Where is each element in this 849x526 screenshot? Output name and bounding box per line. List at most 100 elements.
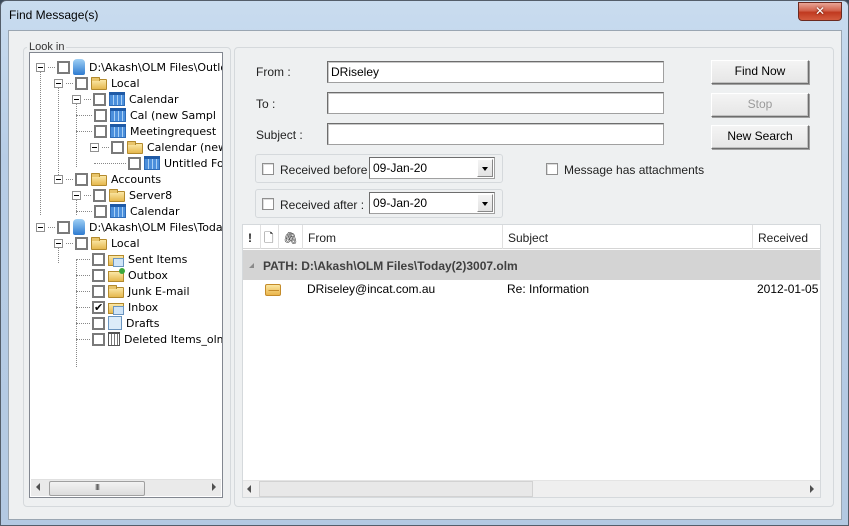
tree-checkbox[interactable]	[128, 156, 141, 170]
tree-checkbox[interactable]	[92, 332, 105, 346]
tree-checkbox[interactable]	[93, 188, 106, 202]
received-after-checkbox[interactable]	[262, 198, 274, 210]
scroll-right-arrow-icon[interactable]	[810, 485, 814, 493]
column-from[interactable]: From	[303, 225, 503, 249]
stop-button[interactable]: Stop	[711, 93, 809, 117]
collapse-icon[interactable]	[54, 238, 63, 248]
tree-item-local[interactable]: Local	[54, 75, 140, 91]
column-attachment[interactable]: 🖇	[279, 225, 303, 249]
scroll-left-arrow-icon[interactable]	[36, 483, 40, 491]
tree-item-local-2[interactable]: Local	[54, 235, 140, 251]
column-type[interactable]: 🗋	[261, 225, 279, 249]
column-received[interactable]: Received	[753, 225, 820, 249]
tree-checkbox[interactable]	[57, 220, 70, 234]
paperclip-icon: 🖇	[283, 231, 299, 245]
received-before-checkbox[interactable]	[262, 163, 274, 175]
received-before-label: Received before :	[280, 163, 375, 177]
tree-item-calendar[interactable]: Calendar	[72, 91, 178, 107]
tree-connector	[76, 290, 90, 292]
received-before-date-picker[interactable]: 09-Jan-20	[369, 157, 495, 179]
path-group-label: PATH: D:\Akash\OLM Files\Today(2)3007.ol…	[263, 259, 518, 273]
tree-item-cal-new-sample[interactable]: Cal (new Sampl	[76, 107, 216, 123]
tree-item-calendar-new[interactable]: Calendar (new S	[90, 139, 222, 155]
tree-checkbox[interactable]	[94, 204, 107, 218]
tree-connector	[76, 274, 90, 276]
subject-input[interactable]	[327, 123, 664, 145]
dropdown-arrow-icon[interactable]	[477, 159, 493, 177]
title-bar[interactable]: Find Message(s) ✕	[1, 1, 848, 29]
tree-item-inbox[interactable]: ✔ Inbox	[76, 299, 158, 315]
tree-checkbox[interactable]	[92, 268, 105, 282]
tree-item-label: Calendar (new S	[147, 140, 222, 154]
tree-item-server8-calendar[interactable]: Calendar	[76, 203, 179, 219]
tree-checkbox[interactable]	[94, 108, 107, 122]
column-importance[interactable]: !	[243, 225, 261, 249]
attachments-checkbox[interactable]	[546, 163, 558, 175]
results-horizontal-scrollbar[interactable]	[243, 480, 820, 497]
tree-item-meetingrequest[interactable]: Meetingrequest	[76, 123, 216, 139]
tree-connector	[76, 322, 90, 324]
folder-tree[interactable]: D:\Akash\OLM Files\Outloo Local Calendar…	[29, 52, 223, 498]
find-messages-window: Find Message(s) ✕ Look in D:\Akash\OLM F…	[0, 0, 849, 526]
find-now-button[interactable]: Find Now	[711, 60, 809, 84]
to-label: To :	[256, 97, 276, 111]
tree-item-sent-items[interactable]: Sent Items	[76, 251, 187, 267]
path-group-row[interactable]: PATH: D:\Akash\OLM Files\Today(2)3007.ol…	[243, 250, 820, 280]
column-subject[interactable]: Subject	[503, 225, 753, 249]
collapse-icon[interactable]	[54, 174, 63, 184]
tree-checkbox[interactable]	[75, 76, 88, 90]
trash-icon	[108, 332, 120, 346]
tree-item-deleted-items[interactable]: Deleted Items_olm	[76, 331, 222, 347]
tree-item-junk-email[interactable]: Junk E-mail	[76, 283, 190, 299]
collapse-icon[interactable]	[54, 78, 63, 88]
folder-icon	[109, 188, 125, 202]
tree-item-accounts[interactable]: Accounts	[54, 171, 161, 187]
tree-checkbox[interactable]	[57, 60, 70, 74]
tree-item-label: Sent Items	[128, 252, 188, 266]
tree-checkbox[interactable]	[94, 124, 107, 138]
tree-connector	[76, 210, 92, 212]
message-row[interactable]: DRiseley@incat.com.au Re: Information 20…	[243, 281, 820, 298]
tree-item-label: D:\Akash\OLM Files\Outloo	[89, 60, 223, 74]
tree-item-untitled-folder[interactable]: Untitled Fol	[94, 155, 222, 171]
scroll-right-arrow-icon[interactable]	[212, 483, 216, 491]
message-received: 2012-01-05 1	[757, 282, 820, 296]
tree-horizontal-scrollbar[interactable]: III	[31, 479, 221, 496]
received-before-value: 09-Jan-20	[373, 161, 428, 175]
collapse-icon[interactable]	[90, 142, 99, 152]
tree-checkbox[interactable]	[75, 236, 88, 250]
tree-checkbox[interactable]	[92, 316, 105, 330]
collapse-triangle-icon[interactable]	[249, 263, 254, 268]
tree-item-outlook-olm[interactable]: D:\Akash\OLM Files\Outloo	[36, 59, 223, 75]
close-button[interactable]: ✕	[798, 2, 842, 21]
collapse-icon[interactable]	[36, 222, 45, 232]
tree-connector	[66, 82, 73, 84]
dropdown-arrow-icon[interactable]	[477, 194, 493, 212]
tree-item-today-olm[interactable]: D:\Akash\OLM Files\Today(	[36, 219, 222, 235]
tree-item-label: Cal (new Sampl	[130, 108, 216, 122]
to-input[interactable]	[327, 92, 664, 114]
tree-checkbox[interactable]	[92, 252, 105, 266]
tree-checkbox[interactable]	[93, 92, 106, 106]
from-input[interactable]: DRiseley	[327, 61, 664, 83]
window-title: Find Message(s)	[9, 8, 99, 22]
message-subject: Re: Information	[507, 282, 590, 296]
tree-item-server8[interactable]: Server8	[72, 187, 172, 203]
tree-guide	[58, 83, 59, 183]
collapse-icon[interactable]	[36, 62, 45, 72]
tree-checkbox[interactable]	[75, 172, 88, 186]
scroll-left-arrow-icon[interactable]	[247, 485, 251, 493]
tree-checkbox-checked[interactable]: ✔	[92, 300, 105, 314]
received-after-date-picker[interactable]: 09-Jan-20	[369, 192, 495, 214]
scrollbar-thumb[interactable]	[259, 481, 533, 497]
collapse-icon[interactable]	[72, 190, 81, 200]
tree-checkbox[interactable]	[92, 284, 105, 298]
tree-checkbox[interactable]	[111, 140, 124, 154]
new-search-button[interactable]: New Search	[711, 125, 809, 149]
results-list[interactable]: ! 🗋 🖇 From Subject Received PATH: D:\Aka…	[242, 224, 821, 498]
tree-item-drafts[interactable]: Drafts	[76, 315, 159, 331]
collapse-icon[interactable]	[72, 94, 81, 104]
folder-icon	[108, 284, 124, 298]
tree-item-outbox[interactable]: Outbox	[76, 267, 168, 283]
scrollbar-thumb[interactable]: III	[49, 481, 145, 496]
